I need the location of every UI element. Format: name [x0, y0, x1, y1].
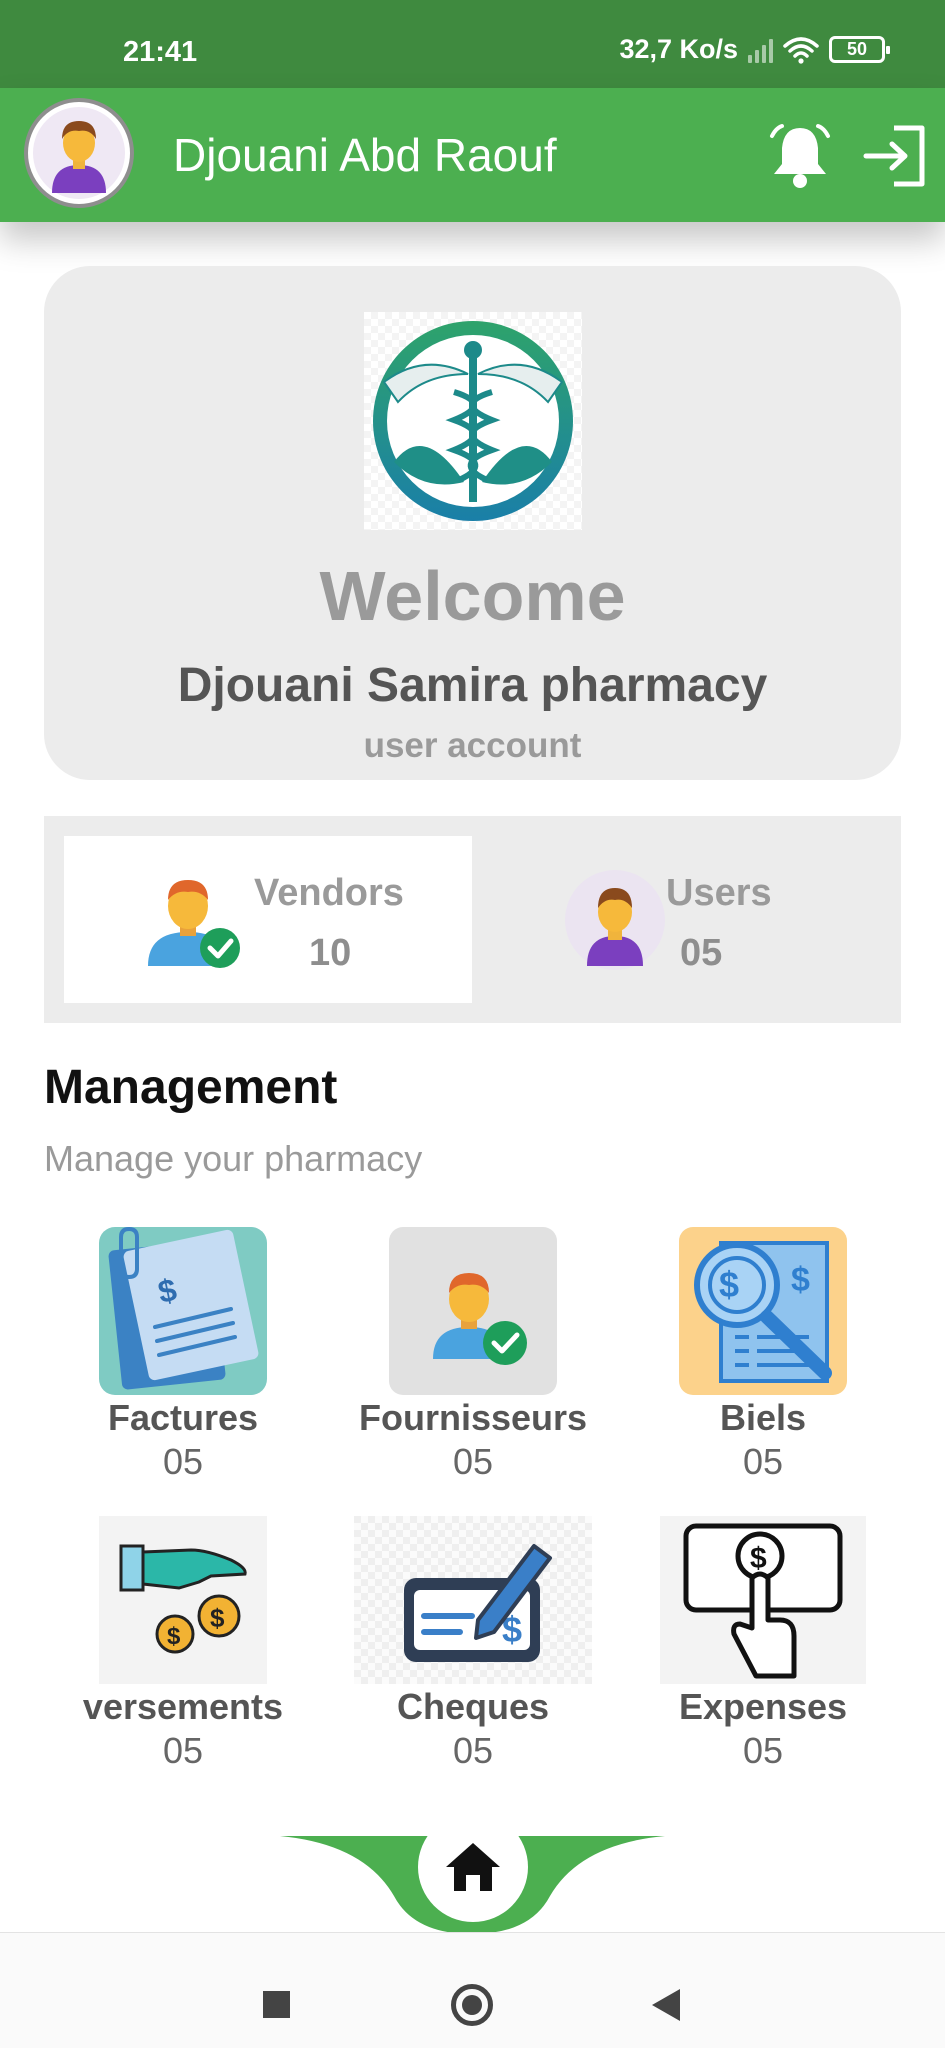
pharmacy-logo [364, 312, 582, 530]
tile-label: Expenses [678, 1686, 848, 1727]
caduceus-logo-icon [373, 321, 573, 521]
tile-label: Factures [107, 1397, 259, 1438]
home-icon [446, 1843, 500, 1891]
status-time: 21:41 [123, 36, 198, 68]
pharmacy-name: Djouani Samira pharmacy [177, 659, 768, 712]
tile-count: 05 [452, 1441, 494, 1482]
vendors-stat-card[interactable]: Vendors 10 [64, 836, 472, 1003]
cheque-pen-icon: $ [354, 1516, 592, 1684]
users-count: 05 [680, 932, 723, 974]
tile-count: 05 [162, 1441, 204, 1482]
notification-button[interactable] [766, 122, 834, 190]
vendor-check-icon [148, 880, 240, 968]
tile-versements[interactable]: $ $ versements 05 [38, 1516, 328, 1786]
tile-label: Biels [719, 1397, 807, 1438]
tile-biels[interactable]: $ $ Biels 05 [618, 1227, 908, 1497]
svg-text:$: $ [750, 1542, 767, 1575]
users-stat-card[interactable]: Users 05 [480, 836, 888, 1003]
svg-text:$: $ [167, 1623, 181, 1650]
user-avatar-icon [565, 870, 665, 970]
svg-text:$: $ [719, 1264, 739, 1305]
expense-hand-icon: $ [660, 1516, 866, 1684]
signal-icon [748, 37, 773, 63]
wifi-icon [783, 36, 819, 64]
avatar[interactable] [24, 98, 134, 208]
bill-search-icon: $ $ [679, 1227, 847, 1395]
tile-label: versements [82, 1686, 284, 1727]
tile-expenses[interactable]: $ Expenses 05 [618, 1516, 908, 1786]
welcome-card: Welcome Djouani Samira pharmacy user acc… [44, 266, 901, 780]
tile-count: 05 [742, 1730, 784, 1771]
notification-bell-icon [770, 124, 830, 188]
tile-count: 05 [742, 1441, 784, 1482]
payment-hand-coins-icon: $ $ [99, 1516, 267, 1684]
back-button[interactable] [652, 1989, 680, 2021]
users-label: Users [666, 872, 772, 914]
battery-icon: 50 [829, 36, 890, 63]
tile-label: Cheques [396, 1686, 550, 1727]
logout-button[interactable] [862, 122, 930, 190]
home-button[interactable] [418, 1812, 528, 1922]
tile-factures[interactable]: $ Factures 05 [38, 1227, 328, 1497]
management-subtitle: Manage your pharmacy [44, 1138, 423, 1179]
recent-apps-button[interactable] [263, 1991, 290, 2018]
svg-text:$: $ [791, 1261, 810, 1299]
logout-icon [863, 125, 925, 187]
app-header: Djouani Abd Raouf [0, 88, 945, 222]
network-speed: 32,7 Ko/s [619, 34, 738, 64]
tile-fournisseurs[interactable]: Fournisseurs 05 [328, 1227, 618, 1497]
account-type: user account [363, 726, 582, 765]
invoice-document-icon: $ [99, 1227, 267, 1395]
management-title: Management [44, 1061, 338, 1114]
status-indicators: 32,7 Ko/s 50 [619, 34, 890, 65]
system-home-button[interactable] [451, 1984, 493, 2026]
supplier-user-icon [389, 1227, 557, 1395]
tile-label: Fournisseurs [358, 1397, 588, 1438]
system-nav-bar [0, 1932, 945, 2048]
stats-panel: Vendors 10 Users 05 [44, 816, 901, 1023]
vendors-label: Vendors [254, 872, 404, 914]
tile-count: 05 [452, 1730, 494, 1771]
tile-cheques[interactable]: $ Cheques 05 [328, 1516, 618, 1786]
status-bar: 21:41 32,7 Ko/s 50 [0, 0, 945, 88]
welcome-title: Welcome [319, 557, 626, 635]
user-name: Djouani Abd Raouf [173, 129, 557, 181]
svg-text:$: $ [210, 1603, 225, 1633]
tile-count: 05 [162, 1730, 204, 1771]
vendors-count: 10 [309, 932, 352, 974]
user-avatar-icon [33, 107, 125, 199]
